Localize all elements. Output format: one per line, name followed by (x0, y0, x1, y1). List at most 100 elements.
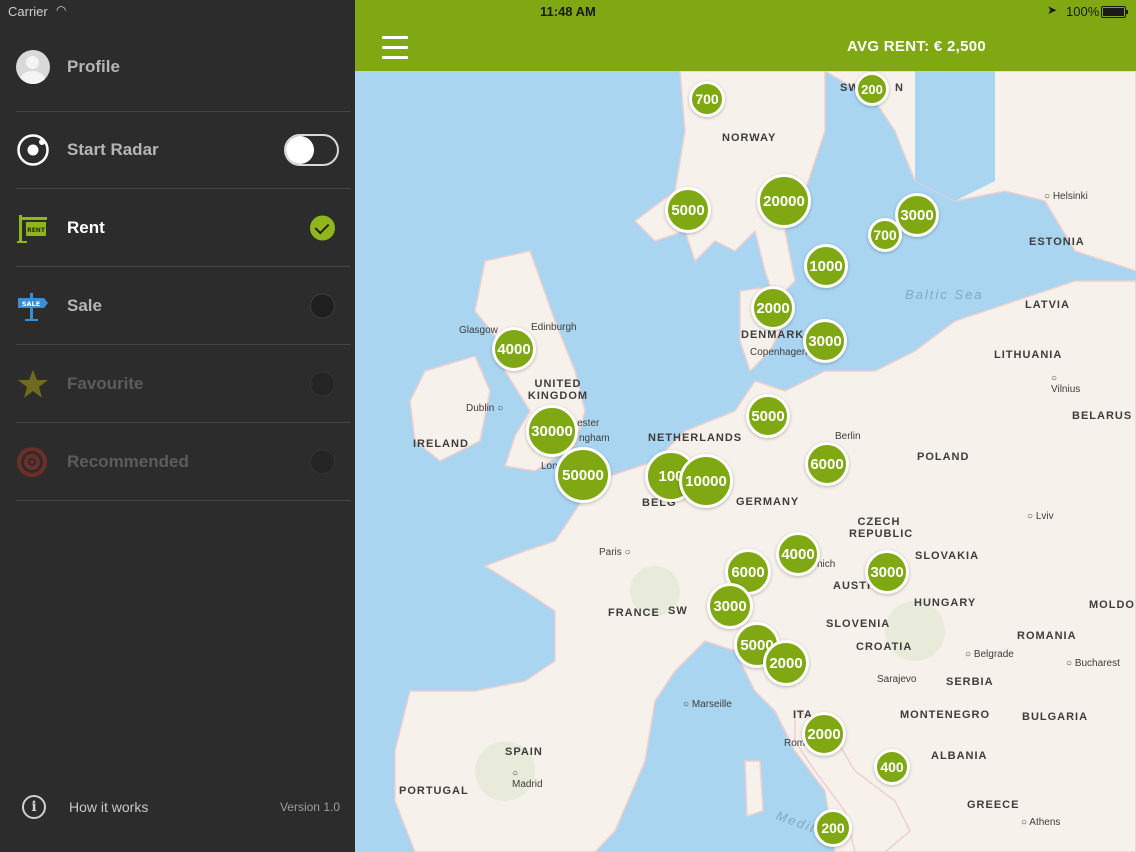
sidebar-item-profile[interactable]: Profile (16, 22, 351, 112)
sea-label: Baltic Sea (905, 287, 984, 302)
sale-check[interactable] (310, 293, 335, 318)
sidebar-item-recommended[interactable]: Recommended (16, 423, 351, 501)
price-cluster[interactable]: 400 (874, 749, 910, 785)
price-cluster[interactable]: 20000 (757, 174, 811, 228)
sidebar-item-sale[interactable]: SALE Sale (16, 267, 351, 345)
map-label: LATVIA (1025, 299, 1070, 311)
price-cluster[interactable]: 3000 (865, 550, 909, 594)
sidebar-footer: i How it works Version 1.0 (22, 793, 340, 823)
sidebar-item-label: Profile (67, 56, 120, 76)
price-cluster[interactable]: 3000 (803, 319, 847, 363)
price-cluster[interactable]: 700 (689, 81, 725, 117)
map-label: SLOVAKIA (915, 550, 980, 562)
price-cluster[interactable]: 200 (855, 72, 889, 106)
avg-rent-label: AVG RENT: € 2,500 (847, 38, 987, 55)
map-label: ALBANIA (931, 750, 988, 762)
map-label: PORTUGAL (399, 785, 469, 797)
city-label: ○ Madrid (512, 768, 543, 790)
sale-sign-icon: SALE (18, 292, 48, 321)
location-arrow-icon: ➤ (1047, 3, 1058, 17)
rent-check[interactable] (310, 215, 335, 240)
map-label: N (895, 82, 904, 94)
map-label: GERMANY (736, 496, 800, 508)
status-bar: Carrier ◠ 11:48 AM ➤ 100% (0, 0, 1136, 22)
svg-text:SALE: SALE (22, 300, 40, 308)
price-cluster[interactable]: 6000 (805, 442, 849, 486)
city-label: ngham (579, 433, 610, 444)
map-label: UNITED KINGDOM (527, 378, 589, 402)
clock: 11:48 AM (540, 4, 596, 19)
price-cluster[interactable]: 10000 (679, 454, 733, 508)
city-label: Sarajevo (877, 674, 917, 685)
city-label: Dublin ○ (466, 403, 504, 414)
price-cluster[interactable]: 700 (868, 218, 902, 252)
map-label: MOLDO (1089, 599, 1135, 611)
sidebar-item-label: Recommended (67, 451, 189, 471)
sidebar-item-label: Favourite (67, 373, 144, 393)
map-label: NETHERLANDS (648, 432, 743, 444)
map-label: CROATIA (856, 641, 913, 653)
city-label: ○ Helsinki (1044, 191, 1088, 202)
price-cluster[interactable]: 2000 (763, 640, 809, 686)
map-label: POLAND (917, 451, 970, 463)
map-label: NORWAY (722, 132, 777, 144)
target-icon (17, 446, 47, 477)
city-label: ○ Bucharest (1066, 658, 1120, 669)
map-label: DENMARK (741, 329, 805, 341)
sidebar-item-start-radar[interactable]: Start Radar (16, 111, 351, 189)
city-label: Edinburgh (531, 322, 577, 333)
wifi-icon: ◠ (56, 3, 67, 17)
rent-sign-icon: RENT (17, 214, 47, 243)
map-label: GREECE (967, 799, 1020, 811)
map-label: BULGARIA (1022, 711, 1089, 723)
map-label: SW (668, 605, 688, 617)
city-label: Paris ○ (599, 547, 631, 558)
avatar-icon (16, 49, 50, 84)
map-label: SPAIN (505, 746, 543, 758)
map-land (394, 71, 1136, 852)
radar-toggle[interactable] (284, 133, 339, 166)
menu-icon[interactable] (382, 36, 408, 59)
version-label: Version 1.0 (279, 800, 340, 814)
carrier-label: Carrier (8, 4, 48, 19)
city-label: Berlin (835, 431, 861, 442)
battery-icon (1101, 6, 1128, 18)
side-menu: Profile Start Radar RENT Rent SALE Sale (0, 0, 354, 852)
city-label: ○ Belgrade (965, 649, 1014, 660)
map-screen: AVG RENT: € 2,500 NORWAY ESTONIA LATVIA … (355, 0, 1136, 852)
price-cluster[interactable]: 4000 (492, 327, 536, 371)
price-cluster[interactable]: 2000 (802, 712, 846, 756)
price-cluster[interactable]: 200 (814, 809, 852, 847)
price-cluster[interactable]: 4000 (776, 532, 820, 576)
city-label: Copenhagen (750, 347, 808, 358)
how-it-works-link[interactable]: How it works (69, 799, 148, 815)
price-cluster[interactable]: 5000 (665, 187, 711, 233)
map-label: IRELAND (413, 438, 469, 450)
info-icon[interactable]: i (22, 795, 46, 819)
recommended-check[interactable] (310, 449, 335, 474)
price-cluster[interactable]: 1000 (804, 244, 848, 288)
sidebar-item-label: Sale (67, 295, 102, 315)
toggle-knob (286, 135, 314, 164)
sidebar-item-label: Start Radar (67, 139, 159, 159)
favourite-check[interactable] (310, 371, 335, 396)
price-cluster[interactable]: 3000 (707, 583, 753, 629)
price-cluster[interactable]: 2000 (751, 286, 795, 330)
city-label: ○ Vilnius (1051, 373, 1081, 395)
map-label: ESTONIA (1029, 236, 1085, 248)
map-label: LITHUANIA (994, 349, 1063, 361)
price-cluster[interactable]: 50000 (555, 447, 611, 503)
map-label: SLOVENIA (826, 618, 891, 630)
sidebar-item-rent[interactable]: RENT Rent (16, 189, 351, 267)
city-label: ○ Athens (1021, 817, 1061, 828)
sidebar-item-label: Rent (67, 217, 105, 237)
city-label: ○ Lviv (1027, 511, 1054, 522)
map-label: SERBIA (946, 676, 994, 688)
price-cluster[interactable]: 5000 (746, 394, 790, 438)
map-label: HUNGARY (914, 597, 977, 609)
map-label: MONTENEGRO (900, 709, 991, 721)
map-label: ROMANIA (1017, 630, 1077, 642)
city-label: Glasgow (459, 325, 498, 336)
map-view[interactable]: NORWAY ESTONIA LATVIA LITHUANIA BELARUS … (355, 71, 1136, 852)
sidebar-item-favourite[interactable]: Favourite (16, 345, 351, 423)
